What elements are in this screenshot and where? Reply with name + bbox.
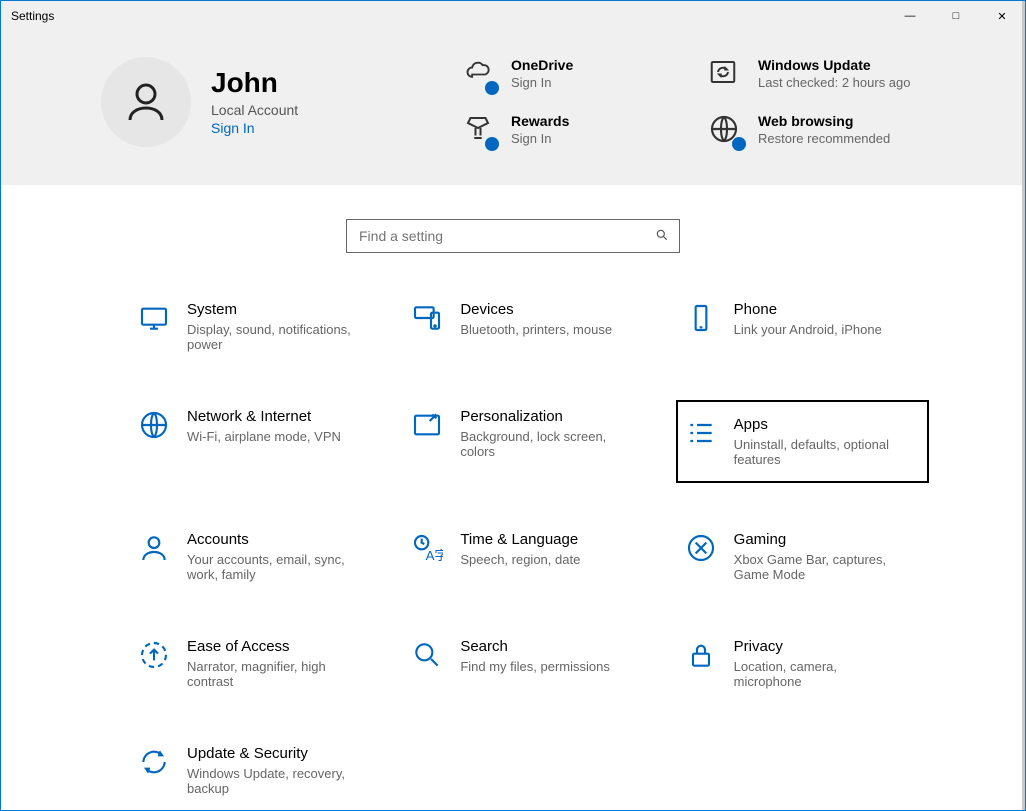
tile-title: Rewards	[511, 113, 569, 129]
category-title: Apps	[734, 416, 904, 433]
account-section: John Local Account Sign In	[101, 57, 461, 147]
user-icon	[122, 78, 170, 126]
search-input[interactable]	[357, 227, 655, 245]
category-ease-of-access[interactable]: Ease of Access Narrator, magnifier, high…	[129, 630, 382, 697]
search-section	[1, 185, 1025, 263]
search-icon	[410, 638, 444, 672]
category-phone[interactable]: Phone Link your Android, iPhone	[676, 293, 929, 360]
account-type: Local Account	[211, 102, 298, 118]
avatar[interactable]	[101, 57, 191, 147]
category-network[interactable]: Network & Internet Wi-Fi, airplane mode,…	[129, 400, 382, 483]
category-subtitle: Xbox Game Bar, captures, Game Mode	[734, 552, 904, 582]
account-name: John	[211, 68, 298, 99]
category-subtitle: Location, camera, microphone	[734, 659, 904, 689]
category-devices[interactable]: Devices Bluetooth, printers, mouse	[402, 293, 655, 360]
system-icon	[137, 301, 171, 335]
category-title: Search	[460, 638, 610, 655]
tile-subtitle: Sign In	[511, 75, 573, 90]
category-title: Network & Internet	[187, 408, 341, 425]
account-text: John Local Account Sign In	[211, 68, 298, 137]
category-subtitle: Link your Android, iPhone	[734, 322, 882, 337]
category-subtitle: Background, lock screen, colors	[460, 429, 630, 459]
window-title: Settings	[1, 9, 54, 23]
window-controls: — □ ✕	[887, 1, 1025, 31]
category-title: Privacy	[734, 638, 904, 655]
category-title: Phone	[734, 301, 882, 318]
category-update-security[interactable]: Update & Security Windows Update, recove…	[129, 737, 382, 804]
tile-title: OneDrive	[511, 57, 573, 73]
devices-icon	[410, 301, 444, 335]
phone-icon	[684, 301, 718, 335]
category-title: Personalization	[460, 408, 630, 425]
scrollbar[interactable]	[1022, 1, 1025, 810]
category-title: Accounts	[187, 531, 357, 548]
category-subtitle: Display, sound, notifications, power	[187, 322, 357, 352]
privacy-icon	[684, 638, 718, 672]
maximize-button[interactable]: □	[933, 1, 979, 31]
tile-onedrive[interactable]: OneDrive Sign In	[461, 57, 678, 93]
category-system[interactable]: System Display, sound, notifications, po…	[129, 293, 382, 360]
status-dot-icon	[485, 137, 499, 151]
search-box[interactable]	[346, 219, 680, 253]
category-subtitle: Uninstall, defaults, optional features	[734, 437, 904, 467]
category-title: System	[187, 301, 357, 318]
category-title: Devices	[460, 301, 612, 318]
update-icon	[708, 57, 744, 93]
apps-icon	[684, 416, 718, 450]
tile-subtitle: Restore recommended	[758, 131, 890, 146]
search-icon	[655, 228, 669, 245]
tile-web-browsing[interactable]: Web browsing Restore recommended	[708, 113, 925, 149]
ease-of-access-icon	[137, 638, 171, 672]
category-subtitle: Wi-Fi, airplane mode, VPN	[187, 429, 341, 444]
minimize-button[interactable]: —	[887, 1, 933, 31]
svg-text:A字: A字	[426, 548, 443, 563]
category-title: Update & Security	[187, 745, 357, 762]
categories-grid: System Display, sound, notifications, po…	[1, 263, 1025, 810]
category-personalization[interactable]: Personalization Background, lock screen,…	[402, 400, 655, 483]
category-subtitle: Windows Update, recovery, backup	[187, 766, 357, 796]
settings-header: John Local Account Sign In OneDrive Sign…	[1, 31, 1025, 185]
tile-rewards[interactable]: Rewards Sign In	[461, 113, 678, 149]
rewards-icon	[461, 113, 497, 149]
close-button[interactable]: ✕	[979, 1, 1025, 31]
status-dot-icon	[732, 137, 746, 151]
category-title: Gaming	[734, 531, 904, 548]
category-title: Time & Language	[460, 531, 580, 548]
globe-icon	[708, 113, 744, 149]
category-gaming[interactable]: Gaming Xbox Game Bar, captures, Game Mod…	[676, 523, 929, 590]
personalization-icon	[410, 408, 444, 442]
account-signin-link[interactable]: Sign In	[211, 120, 298, 136]
category-subtitle: Speech, region, date	[460, 552, 580, 567]
globe-icon	[137, 408, 171, 442]
tile-subtitle: Last checked: 2 hours ago	[758, 75, 911, 90]
accounts-icon	[137, 531, 171, 565]
category-search[interactable]: Search Find my files, permissions	[402, 630, 655, 697]
category-privacy[interactable]: Privacy Location, camera, microphone	[676, 630, 929, 697]
settings-window: Settings — □ ✕ John Local Account Sign I…	[0, 0, 1026, 811]
update-security-icon	[137, 745, 171, 779]
category-subtitle: Narrator, magnifier, high contrast	[187, 659, 357, 689]
category-accounts[interactable]: Accounts Your accounts, email, sync, wor…	[129, 523, 382, 590]
category-subtitle: Your accounts, email, sync, work, family	[187, 552, 357, 582]
tile-title: Windows Update	[758, 57, 911, 73]
category-title: Ease of Access	[187, 638, 357, 655]
category-apps[interactable]: Apps Uninstall, defaults, optional featu…	[676, 400, 929, 483]
time-language-icon: A字	[410, 531, 444, 565]
gaming-icon	[684, 531, 718, 565]
status-dot-icon	[485, 81, 499, 95]
cloud-icon	[461, 57, 497, 93]
tile-title: Web browsing	[758, 113, 890, 129]
category-time-language[interactable]: A字 Time & Language Speech, region, date	[402, 523, 655, 590]
titlebar: Settings — □ ✕	[1, 1, 1025, 31]
category-subtitle: Bluetooth, printers, mouse	[460, 322, 612, 337]
category-subtitle: Find my files, permissions	[460, 659, 610, 674]
header-tiles: OneDrive Sign In Windows Update Last che…	[461, 57, 925, 149]
tile-subtitle: Sign In	[511, 131, 569, 146]
tile-windows-update[interactable]: Windows Update Last checked: 2 hours ago	[708, 57, 925, 93]
